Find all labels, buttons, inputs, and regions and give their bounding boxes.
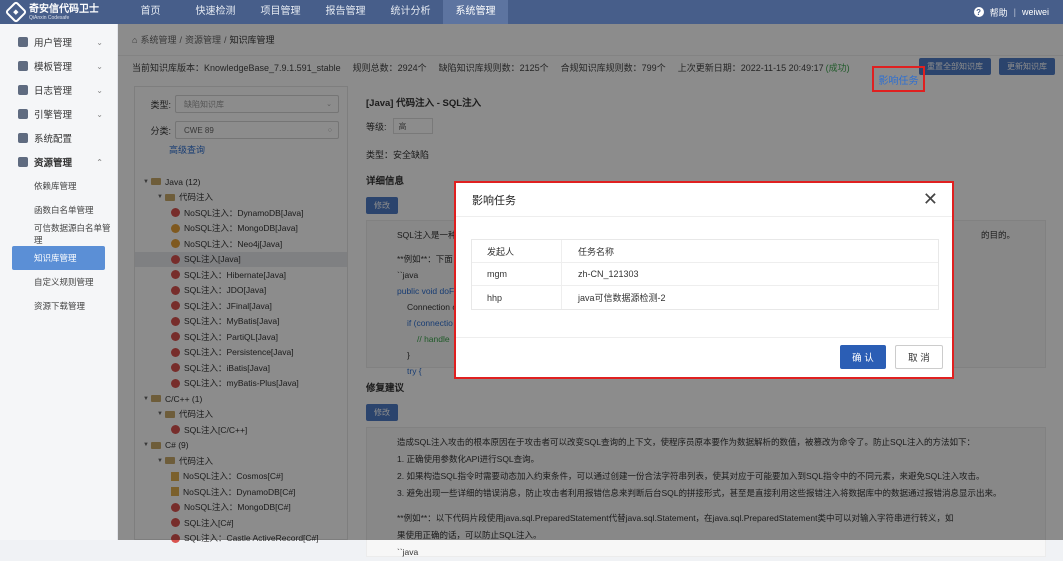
template-icon bbox=[18, 61, 28, 71]
sidebar-sub-dependency[interactable]: 依赖库管理 bbox=[0, 174, 117, 198]
sidebar-item-logs[interactable]: 日志管理 ⌄ bbox=[0, 78, 117, 102]
logo-icon: ◆ bbox=[4, 0, 28, 24]
sidebar-sub-knowledge-base[interactable]: 知识库管理 bbox=[12, 246, 105, 270]
sidebar: 用户管理 ⌄ 模板管理 ⌄ 日志管理 ⌄ 引擎管理 ⌄ 系统配置 资源管理 ⌃ 依赖库管理… bbox=[0, 24, 118, 540]
dialog-footer: 确 认 取 消 bbox=[456, 337, 952, 377]
config-icon bbox=[18, 133, 28, 143]
sidebar-item-users[interactable]: 用户管理 ⌄ bbox=[0, 30, 117, 54]
affected-tasks-button[interactable]: 影响任务 bbox=[872, 66, 925, 92]
chevron-down-icon: ⌄ bbox=[96, 109, 103, 119]
chevron-down-icon: ⌄ bbox=[96, 61, 103, 71]
chevron-down-icon: ⌄ bbox=[96, 37, 103, 47]
help-icon[interactable]: ? bbox=[973, 7, 984, 17]
nav-quick-scan[interactable]: 快速检测 bbox=[183, 0, 248, 24]
sidebar-item-resources[interactable]: 资源管理 ⌃ bbox=[0, 150, 117, 174]
nav-system[interactable]: 系统管理 bbox=[443, 0, 508, 24]
nav-projects[interactable]: 项目管理 bbox=[248, 0, 313, 24]
divider: | bbox=[1013, 7, 1016, 17]
main-nav: 首页 快速检测 项目管理 报告管理 统计分析 系统管理 bbox=[118, 0, 508, 24]
app-logo[interactable]: ◆ 奇安信代码卫士 QiAnxin Codesafe bbox=[0, 0, 118, 24]
sidebar-item-config[interactable]: 系统配置 bbox=[0, 126, 117, 150]
sidebar-item-templates[interactable]: 模板管理 ⌄ bbox=[0, 54, 117, 78]
user-menu[interactable]: weiwei bbox=[1022, 7, 1049, 17]
sidebar-sub-trusted-source[interactable]: 可信数据源白名单管理 bbox=[0, 222, 117, 246]
app-subname: QiAnxin Codesafe bbox=[29, 14, 70, 21]
cancel-button[interactable]: 取 消 bbox=[895, 345, 943, 369]
nav-statistics[interactable]: 统计分析 bbox=[378, 0, 443, 24]
table-row: mgm zh-CN_121303 bbox=[472, 263, 938, 286]
users-icon bbox=[18, 37, 28, 47]
resource-icon bbox=[18, 157, 28, 167]
help-link[interactable]: 帮助 bbox=[990, 6, 1008, 19]
app-name: 奇安信代码卫士 bbox=[29, 3, 99, 15]
tasks-table: 发起人 任务名称 mgm zh-CN_121303 hhp java可信数据源检… bbox=[471, 239, 939, 310]
log-icon bbox=[18, 85, 28, 95]
sidebar-sub-custom-rules[interactable]: 自定义规则管理 bbox=[0, 270, 117, 294]
table-header: 发起人 任务名称 bbox=[472, 240, 938, 263]
sidebar-item-engines[interactable]: 引擎管理 ⌄ bbox=[0, 102, 117, 126]
sidebar-sub-downloads[interactable]: 资源下载管理 bbox=[0, 294, 117, 318]
engine-icon bbox=[18, 109, 28, 119]
close-icon[interactable]: ✕ bbox=[923, 190, 938, 208]
column-task-name: 任务名称 bbox=[578, 246, 615, 257]
top-right-menu: ? 帮助 | weiwei bbox=[973, 6, 1063, 19]
sidebar-sub-function-whitelist[interactable]: 函数白名单管理 bbox=[0, 198, 117, 222]
dialog-title: 影响任务 bbox=[456, 183, 952, 217]
confirm-button[interactable]: 确 认 bbox=[840, 345, 886, 369]
top-bar: ◆ 奇安信代码卫士 QiAnxin Codesafe 首页 快速检测 项目管理 … bbox=[0, 0, 1063, 24]
chevron-down-icon: ⌄ bbox=[96, 85, 103, 95]
chevron-up-icon: ⌃ bbox=[96, 157, 103, 167]
nav-home[interactable]: 首页 bbox=[118, 0, 183, 24]
column-initiator: 发起人 bbox=[472, 240, 562, 262]
table-row: hhp java可信数据源检测-2 bbox=[472, 286, 938, 309]
nav-reports[interactable]: 报告管理 bbox=[313, 0, 378, 24]
affected-tasks-dialog: 影响任务 ✕ 发起人 任务名称 mgm zh-CN_121303 hhp jav… bbox=[454, 181, 954, 379]
